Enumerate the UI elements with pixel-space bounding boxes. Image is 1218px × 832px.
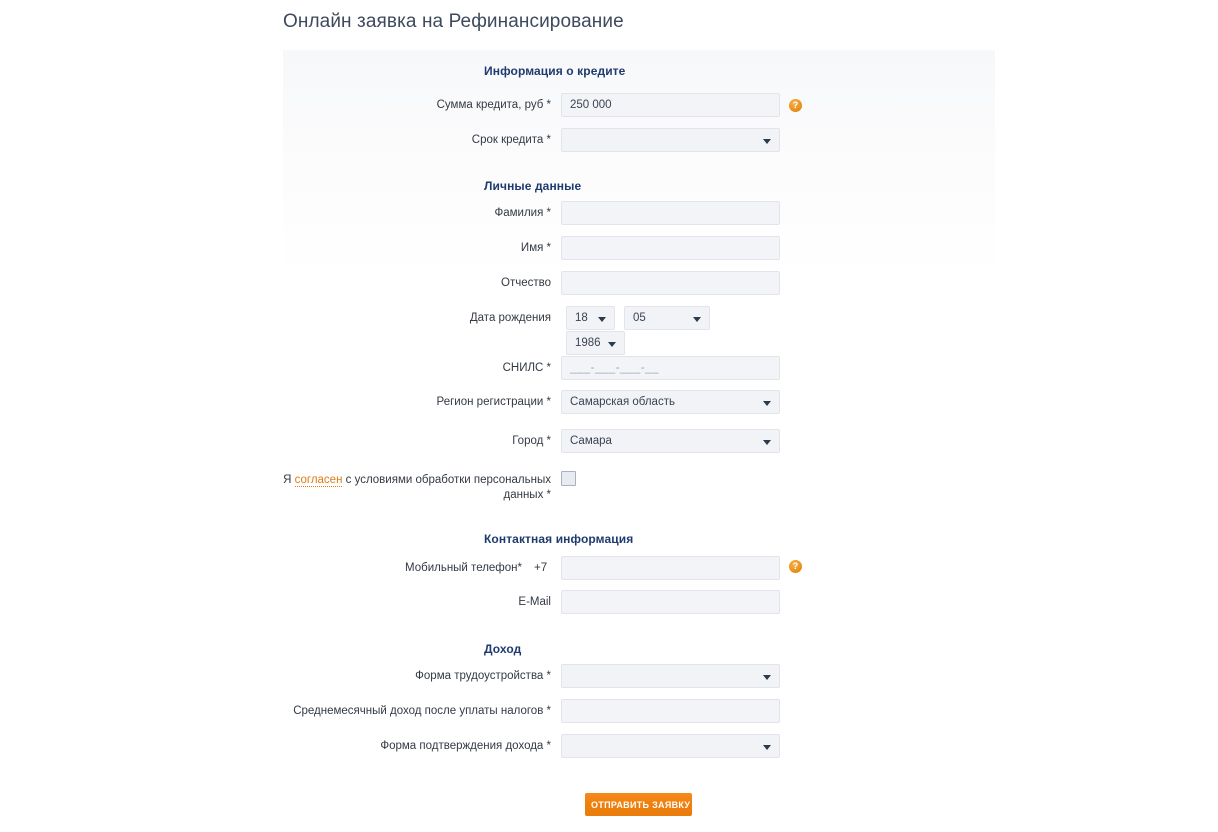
chevron-down-icon-credit-term xyxy=(763,139,771,144)
snils-input[interactable]: ___-___-___-__ xyxy=(561,356,780,380)
email-input[interactable] xyxy=(561,590,780,614)
employment-type-select[interactable] xyxy=(561,664,780,688)
chevron-down-icon-birth-month xyxy=(693,317,701,322)
label-snils: СНИЛС * xyxy=(502,362,551,374)
row-middlename: Отчество xyxy=(310,271,551,295)
birth-day-select[interactable]: 18 xyxy=(566,306,615,330)
credit-amount-input[interactable]: 250 000 xyxy=(561,93,780,117)
label-city: Город * xyxy=(512,435,551,447)
row-snils: СНИЛС * xyxy=(310,356,551,380)
section-heading-contact-info: Контактная информация xyxy=(484,532,634,546)
consent-link-agree[interactable]: согласен xyxy=(294,474,343,487)
birth-year-select[interactable]: 1986 xyxy=(566,331,625,355)
birth-month-select[interactable]: 05 xyxy=(624,306,710,330)
label-lastname: Фамилия * xyxy=(494,207,551,219)
submit-application-button[interactable]: ОТПРАВИТЬ ЗАЯВКУ xyxy=(585,793,692,816)
row-phone: Мобильный телефон* xyxy=(290,556,522,580)
middlename-input[interactable] xyxy=(561,271,780,295)
consent-suffix-line1: с условиями обработки персональных xyxy=(342,474,551,486)
snils-mask-text: ___-___-___-__ xyxy=(570,362,659,374)
label-monthly-income: Среднемесячный доход после уплаты налого… xyxy=(293,705,551,717)
income-proof-select[interactable] xyxy=(561,734,780,758)
row-credit-amount: Сумма кредита, руб * xyxy=(310,93,551,117)
label-credit-amount: Сумма кредита, руб * xyxy=(436,99,551,111)
row-employment-type: Форма трудоустройства * xyxy=(310,664,551,688)
region-select[interactable]: Самарская область xyxy=(561,390,780,414)
credit-term-select[interactable] xyxy=(561,128,780,152)
section-heading-income: Доход xyxy=(484,642,522,656)
birth-year-value: 1986 xyxy=(575,337,601,349)
consent-suffix-line2: данных * xyxy=(503,489,552,501)
consent-prefix: Я xyxy=(283,474,295,486)
monthly-income-input[interactable] xyxy=(561,699,780,723)
chevron-down-icon-birth-day xyxy=(598,317,606,322)
consent-checkbox[interactable] xyxy=(561,471,576,486)
help-circle-icon-credit-amount[interactable]: ? xyxy=(789,99,802,112)
phone-country-prefix: +7 xyxy=(534,562,548,574)
phone-input[interactable] xyxy=(561,556,780,580)
application-page: Онлайн заявка на Рефинансирование Информ… xyxy=(0,0,1218,832)
help-circle-icon-phone[interactable]: ? xyxy=(789,560,802,573)
row-monthly-income: Среднемесячный доход после уплаты налого… xyxy=(230,699,551,723)
region-value: Самарская область xyxy=(570,396,675,408)
row-birthdate: Дата рождения xyxy=(310,306,551,330)
section-heading-credit-info: Информация о кредите xyxy=(484,64,626,78)
row-income-proof: Форма подтверждения дохода * xyxy=(290,734,551,758)
page-title: Онлайн заявка на Рефинансирование xyxy=(283,11,624,32)
lastname-input[interactable] xyxy=(561,201,780,225)
row-email: E-Mail xyxy=(310,590,551,614)
chevron-down-icon-city xyxy=(763,440,771,445)
label-phone: Мобильный телефон* xyxy=(405,562,522,574)
birth-day-value: 18 xyxy=(575,312,588,324)
city-value: Самара xyxy=(570,435,612,447)
row-credit-term: Срок кредита * xyxy=(310,128,551,152)
city-select[interactable]: Самара xyxy=(561,429,780,453)
section-heading-personal-data: Личные данные xyxy=(484,179,582,193)
label-employment-type: Форма трудоустройства * xyxy=(415,670,551,682)
label-region: Регион регистрации * xyxy=(436,396,551,408)
consent-text: Я согласен с условиями обработки персона… xyxy=(260,473,551,503)
row-lastname: Фамилия * xyxy=(310,201,551,225)
row-region: Регион регистрации * xyxy=(310,390,551,414)
label-income-proof: Форма подтверждения дохода * xyxy=(380,740,551,752)
label-birthdate: Дата рождения xyxy=(469,312,551,324)
label-firstname: Имя * xyxy=(520,242,551,254)
label-email: E-Mail xyxy=(518,596,551,608)
label-middlename: Отчество xyxy=(501,277,551,289)
firstname-input[interactable] xyxy=(561,236,780,260)
chevron-down-icon-employment-type xyxy=(763,675,771,680)
chevron-down-icon-region xyxy=(763,401,771,406)
label-credit-term: Срок кредита * xyxy=(471,134,551,146)
row-firstname: Имя * xyxy=(310,236,551,260)
row-city: Город * xyxy=(310,429,551,453)
birth-month-value: 05 xyxy=(633,312,646,324)
chevron-down-icon-birth-year xyxy=(608,342,616,347)
chevron-down-icon-income-proof xyxy=(763,745,771,750)
